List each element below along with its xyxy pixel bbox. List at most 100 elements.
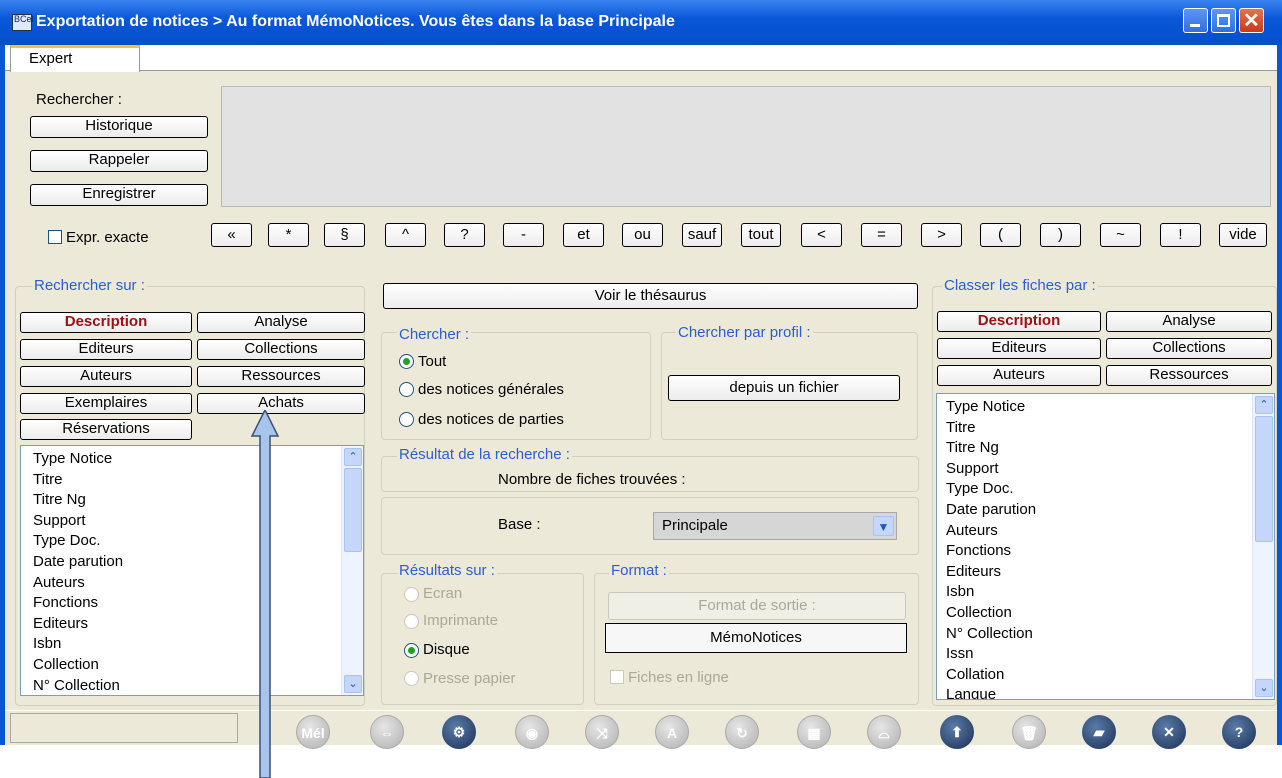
operator-button[interactable]: > [921, 223, 962, 247]
base-select[interactable]: Principale ▼ [653, 512, 897, 540]
operator-button[interactable]: ou [622, 223, 663, 247]
list-item[interactable]: Issn [937, 644, 1249, 665]
gears-icon[interactable]: ⚙ [442, 715, 476, 749]
export-icon[interactable]: ⬆ [940, 715, 974, 749]
search-on-description-button[interactable]: Description [20, 312, 192, 333]
sort-by-auteurs-button[interactable]: Auteurs [937, 365, 1101, 386]
help-icon[interactable]: ? [1222, 715, 1256, 749]
from-file-button[interactable]: depuis un fichier [668, 375, 900, 401]
list-item[interactable]: Isbn [21, 634, 341, 655]
search-on-ressources-button[interactable]: Ressources [197, 366, 365, 387]
list-item[interactable]: Titre [21, 470, 341, 491]
list-item[interactable]: Support [21, 511, 341, 532]
operator-button[interactable]: « [211, 223, 252, 247]
sort-by-collections-button[interactable]: Collections [1106, 338, 1272, 359]
sort-by-ressources-button[interactable]: Ressources [1106, 365, 1272, 386]
scroll-up-icon[interactable]: ⌃ [1255, 396, 1273, 414]
bowl-icon[interactable]: ⌓ [867, 715, 901, 749]
close-window-icon[interactable]: ✕ [1239, 8, 1264, 33]
tab-expert[interactable]: Expert [10, 45, 140, 72]
minimize-icon[interactable] [1183, 8, 1208, 33]
shuffle-icon[interactable]: ⤨ [585, 715, 619, 749]
operator-button[interactable]: sauf [682, 223, 722, 247]
online-records-checkbox[interactable] [610, 670, 624, 684]
list-item[interactable]: Type Notice [937, 397, 1249, 418]
operator-button[interactable]: tout [741, 223, 781, 247]
search-on-auteurs-button[interactable]: Auteurs [20, 366, 192, 387]
list-item[interactable]: Editeurs [937, 562, 1249, 583]
operator-button[interactable]: ( [980, 223, 1021, 247]
search-on-collections-button[interactable]: Collections [197, 339, 365, 360]
radio-disque[interactable] [404, 643, 419, 658]
operator-button[interactable]: ) [1040, 223, 1081, 247]
scrollbar[interactable]: ⌃ ⌄ [341, 446, 363, 695]
operator-button[interactable]: - [503, 223, 544, 247]
operator-button[interactable]: ! [1160, 223, 1201, 247]
operator-button[interactable]: = [861, 223, 902, 247]
operator-button[interactable]: et [563, 223, 604, 247]
list-item[interactable]: Titre Ng [937, 438, 1249, 459]
list-item[interactable]: Fonctions [937, 541, 1249, 562]
sort-by-description-button[interactable]: Description [937, 311, 1101, 332]
format-value[interactable]: MémoNotices [605, 623, 907, 653]
list-item[interactable]: N° Collection [21, 676, 341, 695]
list-item[interactable]: N° Collection [937, 624, 1249, 645]
operator-button[interactable]: * [268, 223, 309, 247]
trash-icon[interactable]: 🗑 [1012, 715, 1046, 749]
radio-tout[interactable] [399, 354, 414, 369]
refresh-icon[interactable]: ⇔ [370, 715, 404, 749]
grid-icon[interactable]: ▦ [797, 715, 831, 749]
sort-by-analyse-button[interactable]: Analyse [1106, 311, 1272, 332]
sort-by-editeurs-button[interactable]: Editeurs [937, 338, 1101, 359]
list-item[interactable]: Support [937, 459, 1249, 480]
history-button[interactable]: Historique [30, 116, 208, 138]
chevron-down-icon[interactable]: ▼ [873, 516, 894, 536]
thesaurus-button[interactable]: Voir le thésaurus [383, 283, 918, 309]
list-item[interactable]: Type Notice [21, 449, 341, 470]
eye-icon[interactable]: ◉ [515, 715, 549, 749]
search-on-achats-button[interactable]: Achats [197, 393, 365, 414]
scroll-up-icon[interactable]: ⌃ [344, 448, 362, 466]
list-item[interactable]: Fonctions [21, 593, 341, 614]
list-item[interactable]: Type Doc. [937, 479, 1249, 500]
note-icon[interactable]: ▰ [1082, 715, 1116, 749]
radio-general-notices[interactable] [399, 382, 414, 397]
list-item[interactable]: Titre [937, 418, 1249, 439]
search-on-analyse-button[interactable]: Analyse [197, 312, 365, 333]
list-item[interactable]: Type Doc. [21, 531, 341, 552]
list-item[interactable]: Date parution [937, 500, 1249, 521]
radio-part-notices[interactable] [399, 412, 414, 427]
scroll-down-icon[interactable]: ⌄ [1255, 679, 1273, 697]
search-on-editeurs-button[interactable]: Editeurs [20, 339, 192, 360]
close-icon[interactable]: ✕ [1152, 715, 1186, 749]
list-item[interactable]: Isbn [937, 582, 1249, 603]
exact-expr-checkbox[interactable] [48, 230, 62, 244]
operator-button[interactable]: ? [444, 223, 485, 247]
spellcheck-icon[interactable]: A [655, 715, 689, 749]
output-format-button[interactable]: Format de sortie : [608, 592, 906, 620]
radio-presse-papier[interactable] [404, 671, 419, 686]
list-item[interactable]: Titre Ng [21, 490, 341, 511]
maximize-icon[interactable] [1211, 8, 1236, 33]
cycle-icon[interactable]: ↻ [725, 715, 759, 749]
operator-button[interactable]: vide [1219, 223, 1267, 247]
scroll-down-icon[interactable]: ⌄ [344, 675, 362, 693]
radio-ecran[interactable] [404, 587, 419, 602]
mail-icon[interactable]: Mél [296, 715, 330, 749]
list-item[interactable]: Auteurs [937, 521, 1249, 542]
search-on-field-list[interactable]: Type Notice Titre Titre Ng Support Type Doc.… [20, 445, 364, 696]
search-on-rservations-button[interactable]: Réservations [20, 419, 192, 440]
list-item[interactable]: Editeurs [21, 614, 341, 635]
recall-button[interactable]: Rappeler [30, 150, 208, 172]
sort-by-field-list[interactable]: Type Notice Titre Titre Ng Support Type Doc.… [936, 393, 1275, 700]
list-item[interactable]: Date parution [21, 552, 341, 573]
operator-button[interactable]: § [324, 223, 365, 247]
save-button[interactable]: Enregistrer [30, 184, 208, 206]
list-item[interactable]: Collation [937, 665, 1249, 686]
scroll-thumb[interactable] [344, 468, 362, 552]
scroll-thumb[interactable] [1255, 416, 1273, 542]
operator-button[interactable]: ^ [385, 223, 426, 247]
list-item[interactable]: Auteurs [21, 573, 341, 594]
search-on-exemplaires-button[interactable]: Exemplaires [20, 393, 192, 414]
search-query-field[interactable] [221, 86, 1271, 207]
